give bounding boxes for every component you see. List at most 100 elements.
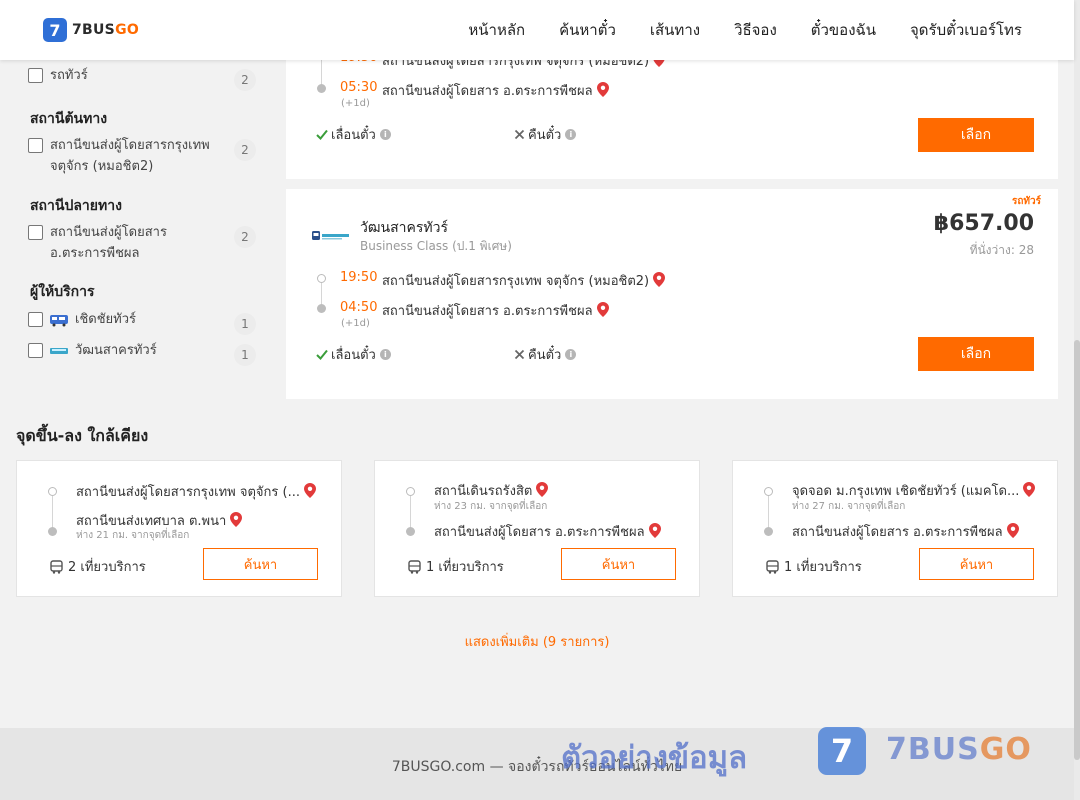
filter-label: วัฒนสาครทัวร์ [75,343,157,358]
nav-how-to-book[interactable]: วิธีจอง [734,18,777,42]
change-policy[interactable]: เลื่อนตั๋ว i [316,124,391,145]
filter-destination[interactable]: สถานีขนส่งผู้โดยสาร อ.ตระการพืชผล 2 [28,222,256,264]
select-trip-button[interactable]: เลือก [918,337,1034,371]
nav-home[interactable]: หน้าหลัก [468,18,525,42]
origin-section-title: สถานีต้นทาง [30,111,108,127]
arrival-station[interactable]: สถานีขนส่งผู้โดยสาร อ.ตระการพืชผล [382,300,609,321]
map-pin-icon [596,302,609,317]
info-icon[interactable]: i [565,349,577,360]
route-line [410,496,411,529]
filter-label: สถานีขนส่งผู้โดยสารกรุงเทพ จตุจักร (หมอช… [50,138,210,174]
from-station: จุดจอด ม.กรุงเทพ เชิดชัยทัวร์ (แมคโด... [792,480,1036,501]
departure-time: 19:50 [340,270,378,285]
checkbox[interactable] [28,343,43,358]
destination-section-title: สถานีปลายทาง [30,198,122,214]
station-name: สถานีเดินรถรังสิต [434,484,533,499]
watermark-brand-go: GO [979,732,1032,767]
checkbox[interactable] [28,68,43,83]
watermark-logo-icon: 7 [818,727,866,775]
main-nav: หน้าหลัก ค้นหาตั๋ว เส้นทาง วิธีจอง ตั๋วข… [468,0,1022,60]
refund-label: คืนตั๋ว [528,128,562,143]
distance-note: ห่าง 23 กม. จากจุดที่เลือก [434,501,548,512]
route-line [321,283,322,305]
from-dot [48,487,57,496]
site-logo[interactable]: 7 7BUSGO [43,18,139,42]
result-card: รถทัวร์ วัฒนสาครทัวร์ Business Class (ป.… [286,189,1058,399]
checkbox[interactable] [28,225,43,240]
nav-search-tickets[interactable]: ค้นหาตั๋ว [559,18,616,42]
filter-label: เชิดชัยทัวร์ [75,312,137,327]
bus-icon [766,559,779,574]
change-policy[interactable]: เลื่อนตั๋ว i [316,344,391,365]
distance-note: ห่าง 21 กม. จากจุดที่เลือก [76,530,190,541]
select-trip-button[interactable]: เลือก [918,118,1034,152]
map-pin-icon [1023,482,1036,497]
station-name: จุดจอด ม.กรุงเทพ เชิดชัยทัวร์ (แมคโด... [792,484,1020,499]
info-icon[interactable]: i [379,349,391,360]
map-pin-icon [303,483,316,498]
change-label: เลื่อนตั๋ว [331,348,376,363]
info-icon[interactable]: i [379,129,391,140]
bus-logo-icon [50,348,68,354]
station-name: สถานีขนส่งผู้โดยสารกรุงเทพ จตุจักร (หมอช… [382,274,650,289]
trip-count: 1 เที่ยวบริการ [766,556,862,577]
bus-icon [50,559,63,574]
check-icon [316,129,328,140]
operators-section-title: ผู้ให้บริการ [30,284,95,300]
cross-icon [514,349,525,360]
arrival-dot [317,304,326,313]
logo-mark-icon: 7 [43,18,67,42]
map-pin-icon [648,523,661,538]
to-dot [406,527,415,536]
arrival-dot [317,84,326,93]
next-day-label: (+1d) [341,318,370,329]
filter-count: 2 [234,69,256,91]
trip-count-label: 1 เที่ยวบริการ [784,560,862,575]
next-day-label: (+1d) [341,98,370,109]
filter-origin[interactable]: สถานีขนส่งผู้โดยสารกรุงเทพ จตุจักร (หมอช… [28,135,256,177]
station-name: สถานีขนส่งผู้โดยสาร อ.ตระการพืชผล [382,84,593,99]
from-station: สถานีขนส่งผู้โดยสารกรุงเทพ จตุจักร (... [76,481,316,502]
search-button[interactable]: ค้นหา [203,548,318,580]
checkbox[interactable] [28,138,43,153]
filter-label: รถทัวร์ [50,68,88,83]
operator-name: วัฒนสาครทัวร์ [360,220,448,236]
bus-class: Business Class (ป.1 พิเศษ) [360,239,512,253]
refund-policy[interactable]: คืนตั๋ว i [514,344,577,365]
to-dot [764,527,773,536]
nav-routes[interactable]: เส้นทาง [650,18,700,42]
search-button[interactable]: ค้นหา [919,548,1034,580]
available-seats: ที่นั่งว่าง: 28 [969,243,1034,257]
show-more-link[interactable]: แสดงเพิ่มเติม (9 รายการ) [0,631,1074,652]
scrollbar-thumb[interactable] [1074,340,1080,760]
station-name: สถานีขนส่งเทศบาล ต.พนา [76,514,227,529]
nav-my-tickets[interactable]: ตั๋วของฉัน [811,18,876,42]
station-name: สถานีขนส่งผู้โดยสาร อ.ตระการพืชผล [792,525,1003,540]
filter-operator-cherdchai[interactable]: เชิดชัยทัวร์ 1 [28,309,256,335]
checkbox[interactable] [28,312,43,327]
map-pin-icon [536,482,549,497]
filter-operator-wattanasakorn[interactable]: วัฒนสาครทัวร์ 1 [28,340,256,366]
from-dot [764,487,773,496]
watermark-brand: 7BUSGO [886,732,1032,767]
logo-brand: 7BUS [72,22,116,38]
arrival-time: 05:30 [340,80,378,95]
map-pin-icon [653,272,666,287]
nav-pickup-points[interactable]: จุดรับตั๋วเบอร์โทร [910,18,1022,42]
arrival-station[interactable]: สถานีขนส่งผู้โดยสาร อ.ตระการพืชผล [382,80,609,101]
nearby-card: จุดจอด ม.กรุงเทพ เชิดชัยทัวร์ (แมคโด... … [732,460,1058,597]
refund-policy[interactable]: คืนตั๋ว i [514,124,577,145]
departure-station[interactable]: สถานีขนส่งผู้โดยสารกรุงเทพ จตุจักร (หมอช… [382,270,666,291]
bus-type-tag: รถทัวร์ [1012,196,1042,207]
filter-bus-type[interactable]: รถทัวร์ 2 [28,65,256,91]
search-button[interactable]: ค้นหา [561,548,676,580]
nearby-card: สถานีเดินรถรังสิต ห่าง 23 กม. จากจุดที่เ… [374,460,700,597]
to-station: สถานีขนส่งผู้โดยสาร อ.ตระการพืชผล [434,521,661,542]
info-icon[interactable]: i [565,129,577,140]
from-station: สถานีเดินรถรังสิต [434,480,549,501]
logo-text: 7BUSGO [72,22,139,38]
map-pin-icon [596,82,609,97]
operator-logo-icon [312,231,349,240]
watermark-brand-main: 7BUS [886,732,980,767]
watermark-text: ตัวอย่างข้อมูล [561,740,748,776]
